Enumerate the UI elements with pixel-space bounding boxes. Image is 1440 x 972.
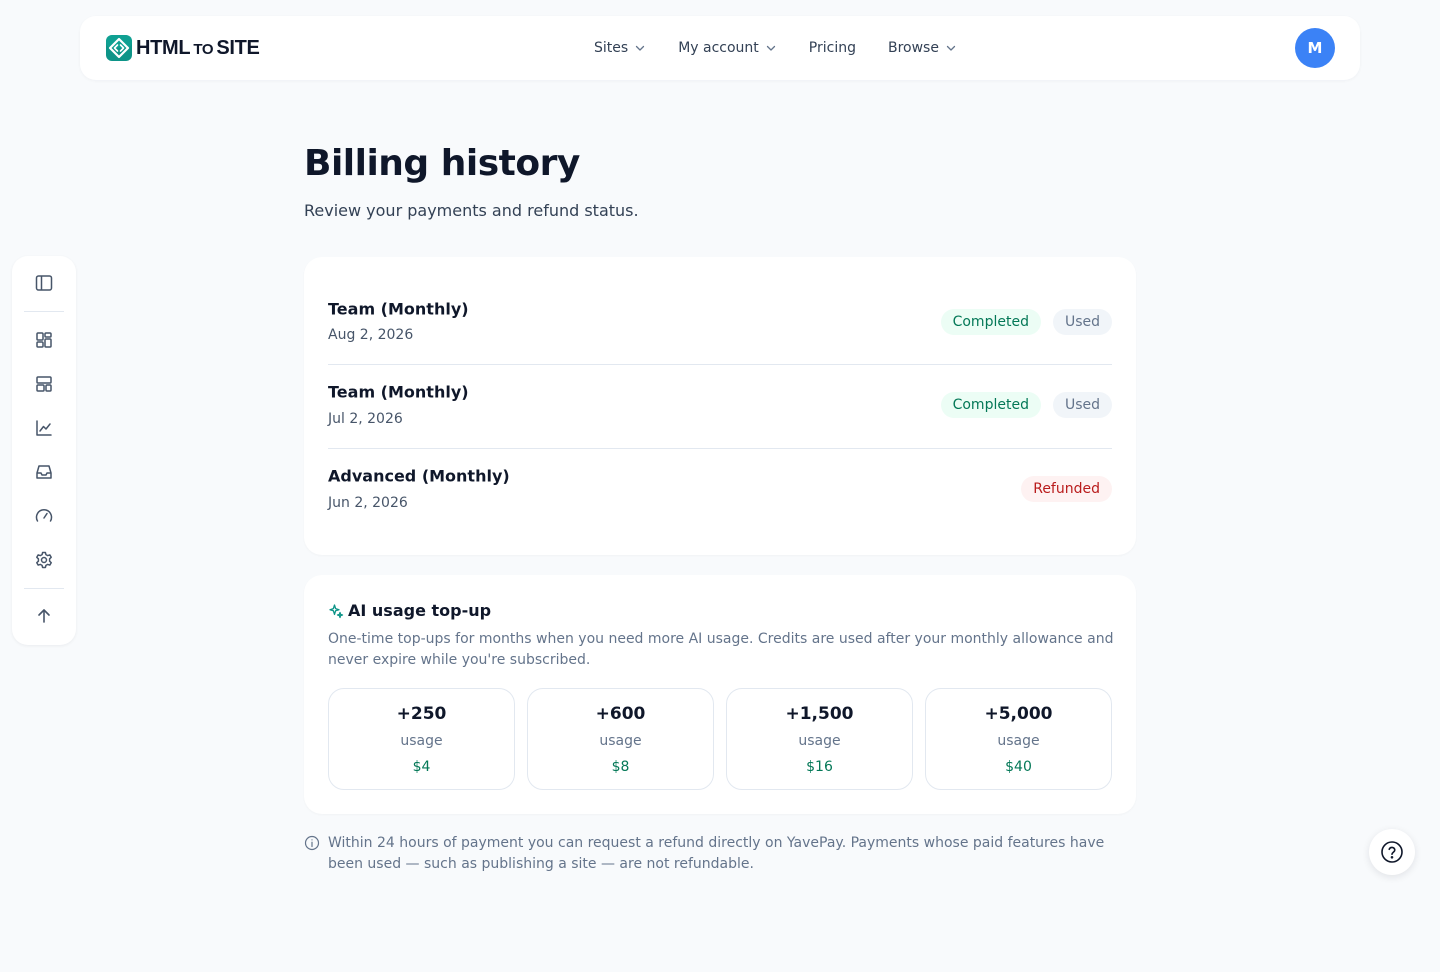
layout-template-icon (36, 376, 52, 392)
topup-amount: +1,500 (785, 704, 854, 724)
arrow-up-icon (38, 609, 50, 623)
top-navbar: HTML TO SITE Sites My account Pricing Brow… (80, 16, 1360, 80)
billing-plan-name: Team (Monthly) (328, 382, 469, 402)
nav-browse[interactable]: Browse (888, 40, 957, 56)
sidebar-toggle-icon (35, 275, 53, 291)
billing-date: Aug 2, 2026 (328, 327, 414, 343)
status-badge-completed: Completed (940, 392, 1041, 418)
topup-unit: usage (599, 733, 642, 749)
dashboard-grid-icon (36, 332, 52, 348)
brand-name-part2: TO (193, 40, 214, 58)
refund-note: Within 24 hours of payment you can reque… (304, 833, 1136, 875)
brand-logo[interactable]: HTML TO SITE (106, 35, 260, 61)
billing-row: Team (Monthly) Jul 2, 2026 Completed Use… (328, 365, 1112, 449)
chevron-down-icon (946, 45, 956, 51)
brand-name: HTML TO SITE (136, 37, 260, 60)
usage-badge-used: Used (1052, 392, 1112, 418)
status-badge-completed: Completed (940, 309, 1041, 335)
gear-icon (36, 551, 52, 569)
sidebar-divider (24, 311, 64, 312)
sidebar-item-settings[interactable] (32, 548, 56, 572)
billing-badges: Refunded (1021, 476, 1112, 502)
billing-date: Jul 2, 2026 (328, 411, 403, 427)
billing-date: Jun 2, 2026 (328, 495, 408, 511)
user-avatar[interactable]: M (1295, 28, 1335, 68)
status-badge-refunded: Refunded (1021, 476, 1112, 502)
topup-option-5000[interactable]: +5,000 usage $40 (925, 688, 1112, 790)
nav-browse-label: Browse (887, 40, 939, 56)
topup-option-250[interactable]: +250 usage $4 (328, 688, 515, 790)
brand-name-part1: HTML (136, 36, 191, 59)
sidebar-item-performance[interactable] (32, 504, 56, 528)
billing-plan-name: Team (Monthly) (328, 299, 469, 319)
nav-my-account-label: My account (678, 40, 759, 56)
nav-sites-label: Sites (594, 40, 629, 56)
nav-pricing[interactable]: Pricing (809, 40, 856, 56)
gauge-icon (35, 509, 53, 522)
topup-price: $8 (611, 759, 630, 775)
topup-price: $4 (412, 759, 431, 775)
help-question-icon (1381, 841, 1403, 863)
refund-note-text: Within 24 hours of payment you can reque… (328, 835, 1105, 872)
usage-badge-used: Used (1052, 309, 1112, 335)
sidebar-item-inbox[interactable] (32, 460, 56, 484)
topup-price: $16 (806, 759, 833, 775)
info-icon (304, 835, 320, 851)
billing-plan-name: Advanced (Monthly) (328, 466, 510, 486)
topup-unit: usage (798, 733, 841, 749)
chevron-down-icon (636, 45, 645, 51)
topup-option-1500[interactable]: +1,500 usage $16 (726, 688, 913, 790)
inbox-icon (36, 465, 52, 479)
chevron-down-icon (766, 45, 775, 51)
sidebar (12, 256, 76, 645)
sidebar-toggle-button[interactable] (32, 271, 56, 295)
nav-my-account[interactable]: My account (678, 40, 777, 56)
sidebar-item-templates[interactable] (32, 372, 56, 396)
sparkles-icon (329, 603, 344, 618)
scroll-top-button[interactable] (32, 604, 56, 628)
logo-mark-icon (106, 35, 132, 61)
topup-amount: +600 (595, 704, 646, 724)
sidebar-item-dashboard[interactable] (32, 328, 56, 352)
billing-row: Advanced (Monthly) Jun 2, 2026 Refunded (328, 449, 1112, 533)
topup-option-600[interactable]: +600 usage $8 (527, 688, 714, 790)
topup-price: $40 (1005, 759, 1032, 775)
nav-pricing-label: Pricing (808, 40, 856, 56)
topup-unit: usage (997, 733, 1040, 749)
topup-description: One-time top-ups for months when you nee… (328, 631, 1114, 668)
line-chart-icon (36, 420, 52, 436)
nav-sites[interactable]: Sites (594, 40, 646, 56)
billing-row: Team (Monthly) Aug 2, 2026 Completed Use… (328, 281, 1112, 365)
billing-badges: Completed Used (940, 309, 1112, 335)
billing-badges: Completed Used (940, 392, 1112, 418)
topup-title-text: AI usage top-up (348, 601, 492, 620)
billing-history-card: Team (Monthly) Aug 2, 2026 Completed Use… (304, 257, 1136, 555)
sidebar-divider (24, 588, 64, 589)
ai-topup-card: AI usage top-up One-time top-ups for mon… (304, 575, 1136, 814)
main-nav: Sites My account Pricing Browse (594, 36, 957, 60)
brand-name-part3: SITE (216, 36, 260, 59)
help-button[interactable] (1369, 829, 1415, 875)
page-subtitle: Review your payments and refund status. (304, 201, 639, 220)
sidebar-item-analytics[interactable] (32, 416, 56, 440)
topup-options: +250 usage $4 +600 usage $8 +1,500 usage… (328, 688, 1112, 790)
topup-title: AI usage top-up (328, 601, 491, 620)
page-title: Billing history (304, 143, 580, 184)
topup-amount: +250 (396, 704, 447, 724)
topup-unit: usage (400, 733, 443, 749)
topup-amount: +5,000 (984, 704, 1053, 724)
